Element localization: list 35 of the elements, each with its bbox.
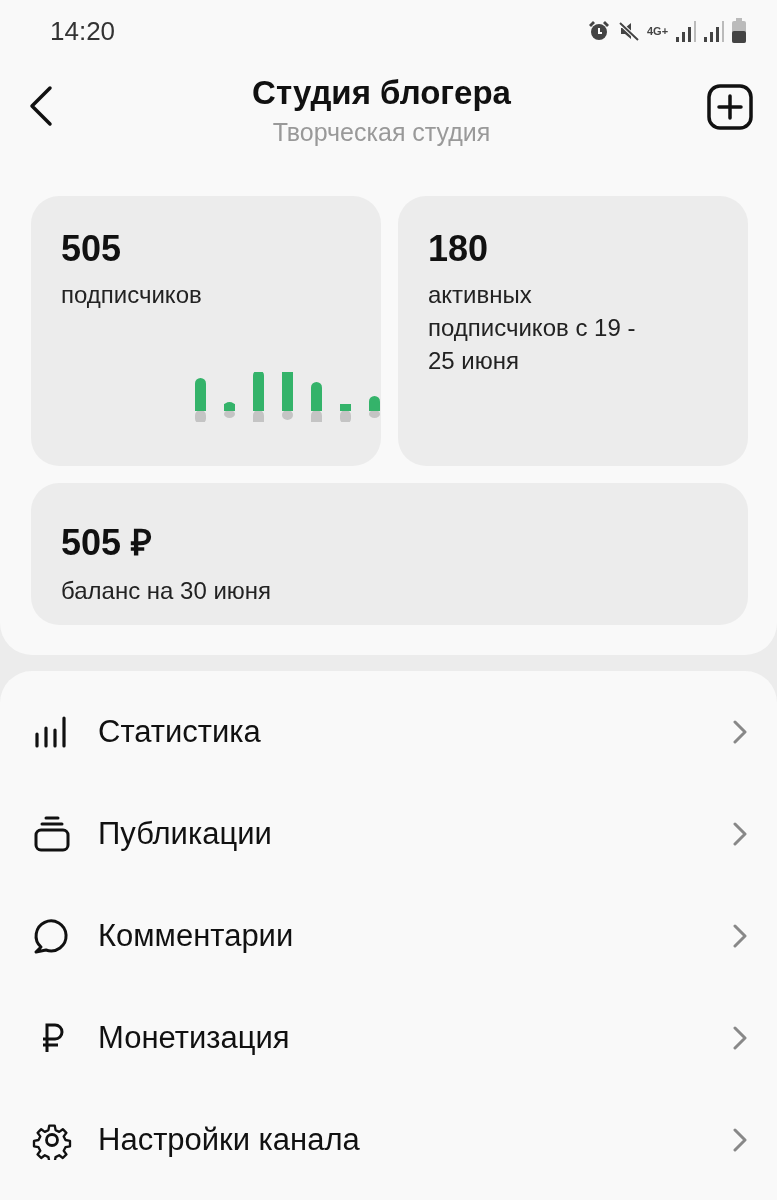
chevron-icon	[733, 720, 747, 744]
menu-label: Настройки канала	[98, 1122, 361, 1158]
battery-icon	[731, 18, 747, 44]
menu-item[interactable]: Статистика	[0, 681, 777, 783]
status-time: 14:20	[50, 15, 116, 47]
balance-label: баланс на 30 июня	[61, 576, 273, 606]
chevron-icon	[733, 1128, 747, 1152]
page-subtitle: Творческая студия	[271, 118, 492, 147]
alarm-icon	[587, 19, 611, 43]
menu-label: Статистика	[98, 714, 262, 750]
chevron-icon	[733, 1026, 747, 1050]
balance-value: 505 ₽	[61, 521, 154, 565]
stat-label: подписчиков	[61, 280, 203, 310]
menu-item[interactable]: Публикации	[0, 783, 777, 885]
stat-card[interactable]: 505 подписчиков	[31, 196, 381, 466]
balance-card[interactable]: 505 ₽ баланс на 30 июня	[31, 483, 748, 625]
menu-label: Публикации	[98, 816, 273, 852]
chevron-icon	[733, 924, 747, 948]
stat-card[interactable]: 180 активных подписчиков с 19 - 25 июня	[398, 196, 748, 466]
mute-icon	[617, 19, 641, 43]
menu-item[interactable]: Настройки канала	[0, 1089, 777, 1191]
stat-label: активных подписчиков с 19 - 25 июня	[428, 280, 637, 376]
stat-value: 180	[428, 228, 490, 270]
page-title: Студия блогера	[252, 74, 511, 112]
menu-item[interactable]: Монетизация	[0, 987, 777, 1089]
menu-label: Монетизация	[98, 1020, 291, 1056]
menu-item[interactable]: Комментарии	[0, 885, 777, 987]
network-label: 4G+	[647, 25, 669, 37]
stack-icon	[32, 814, 72, 854]
stat-value: 505	[61, 228, 123, 270]
chevron-icon	[733, 822, 747, 846]
signal-icon	[703, 19, 725, 43]
add-button[interactable]	[707, 84, 753, 130]
signal-icon	[675, 19, 697, 43]
menu-label: Комментарии	[98, 918, 295, 954]
